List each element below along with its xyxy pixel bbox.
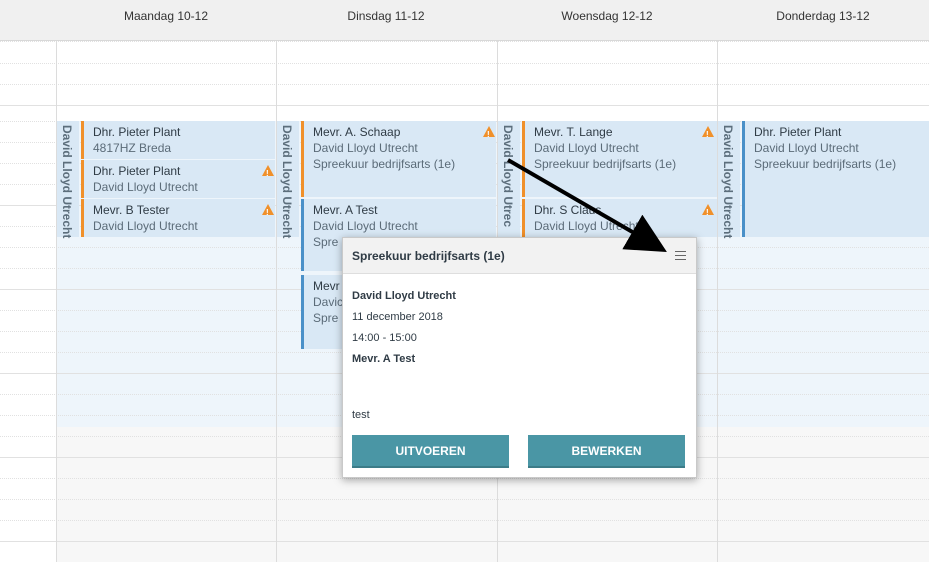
popup-note: test bbox=[352, 409, 370, 421]
calendar-header: Maandag 10-12 Dinsdag 11-12 Woensdag 12-… bbox=[0, 0, 929, 41]
appointment-card[interactable]: Dhr. Pieter Plant David Lloyd Utrecht bbox=[81, 160, 275, 198]
popup-location: David Lloyd Utrecht bbox=[352, 290, 456, 302]
day-header-wednesday[interactable]: Woensdag 12-12 bbox=[497, 0, 717, 41]
popup-date: 11 december 2018 bbox=[352, 311, 443, 323]
warning-icon bbox=[702, 204, 714, 221]
appointment-type: Spreekuur bedrijfsarts (1e) bbox=[754, 157, 897, 171]
location-label: David Lloyd Utrecht bbox=[60, 125, 74, 239]
location-label: David Lloyd Utrecht bbox=[721, 125, 735, 239]
appointment-type: Spreekuur bedrijfsarts (1e) bbox=[534, 157, 677, 171]
location-label: David Lloyd Utrec bbox=[501, 125, 515, 228]
warning-icon bbox=[262, 204, 274, 221]
appointment-location: David Lloyd Utrecht bbox=[93, 180, 198, 194]
edit-button[interactable]: BEWERKEN bbox=[528, 435, 685, 468]
location-label: David Lloyd Utrecht bbox=[280, 125, 294, 239]
appointment-location: David Lloyd Utrecht bbox=[313, 141, 418, 155]
popup-title: Spreekuur bedrijfsarts (1e) bbox=[352, 249, 505, 263]
appointment-location: David Lloyd Utrecht bbox=[754, 141, 859, 155]
appointment-location: David Lloyd Utrecht bbox=[534, 219, 639, 233]
appointment-location: David Lloyd Utrecht bbox=[534, 141, 639, 155]
popup-time: 14:00 - 15:00 bbox=[352, 332, 417, 344]
hamburger-menu-icon[interactable] bbox=[675, 251, 686, 260]
location-column-tuesday: David Lloyd Utrecht bbox=[277, 121, 299, 239]
appointment-location: David Lloyd Utrecht bbox=[313, 219, 418, 233]
appointment-card[interactable]: Mevr. T. Lange David Lloyd Utrecht Spree… bbox=[522, 121, 717, 197]
appointment-name: Mevr. A Test bbox=[313, 203, 378, 217]
popup-client: Mevr. A Test bbox=[352, 353, 416, 365]
day-header-monday[interactable]: Maandag 10-12 bbox=[56, 0, 276, 41]
appointment-popup: Spreekuur bedrijfsarts (1e) David Lloyd … bbox=[342, 237, 697, 478]
warning-icon bbox=[702, 126, 714, 143]
day-header-tuesday[interactable]: Dinsdag 11-12 bbox=[276, 0, 496, 41]
popup-header: Spreekuur bedrijfsarts (1e) bbox=[343, 238, 696, 274]
appointment-location: David Lloyd Utrecht bbox=[93, 219, 198, 233]
warning-icon bbox=[262, 165, 274, 182]
popup-details: David Lloyd Utrecht 11 december 2018 14:… bbox=[343, 274, 696, 370]
appointment-card[interactable]: Mevr. A. Schaap David Lloyd Utrecht Spre… bbox=[301, 121, 496, 197]
location-column-thursday: David Lloyd Utrecht bbox=[718, 121, 740, 239]
appointment-name: Dhr. S Claus bbox=[534, 203, 602, 217]
appointment-card[interactable]: Dhr. Pieter Plant David Lloyd Utrecht Sp… bbox=[742, 121, 929, 237]
appointment-name: Dhr. Pieter Plant bbox=[754, 125, 842, 139]
appointment-type: Spreekuur bedrijfsarts (1e) bbox=[313, 157, 456, 171]
location-column-monday: David Lloyd Utrecht bbox=[57, 121, 79, 239]
appointment-address: 4817HZ Breda bbox=[93, 141, 172, 155]
location-column-wednesday: David Lloyd Utrec bbox=[498, 121, 520, 237]
appointment-name: Mevr. B Tester bbox=[93, 203, 170, 217]
warning-icon bbox=[483, 126, 495, 143]
day-header-thursday[interactable]: Donderdag 13-12 bbox=[717, 0, 929, 41]
appointment-name: Dhr. Pieter Plant bbox=[93, 125, 181, 139]
appointment-card[interactable]: Mevr. B Tester David Lloyd Utrecht bbox=[81, 199, 275, 237]
appointment-card[interactable]: Dhr. S Claus David Lloyd Utrecht bbox=[522, 199, 717, 237]
appointment-card[interactable]: Dhr. Pieter Plant 4817HZ Breda bbox=[81, 121, 275, 159]
appointment-name: Mevr. A. Schaap bbox=[313, 125, 401, 139]
appointment-name: Mevr. T. Lange bbox=[534, 125, 613, 139]
execute-button[interactable]: UITVOEREN bbox=[352, 435, 509, 468]
appointment-name: Dhr. Pieter Plant bbox=[93, 164, 181, 178]
